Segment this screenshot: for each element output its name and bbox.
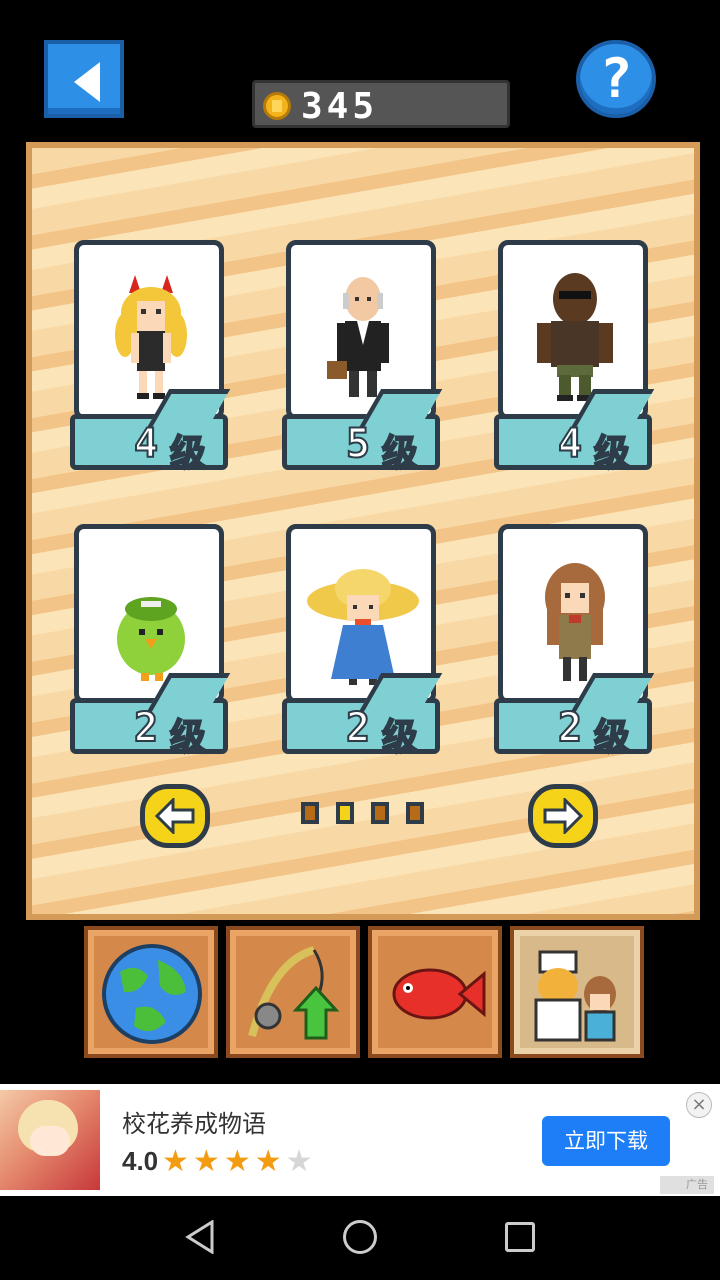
level-unit: 级 [381, 432, 419, 475]
level-unit: 级 [169, 432, 207, 475]
ad-close-button[interactable]: × [686, 1092, 712, 1118]
straw-hat-girl-icon [307, 569, 419, 685]
coin-counter: 345 [252, 80, 510, 128]
level-unit: 级 [593, 716, 631, 759]
tab-globe[interactable] [84, 926, 218, 1058]
character-board: 4 级 5 级 4 级 2 级 2 级 2 级 [26, 142, 700, 920]
level-number: 5 [345, 420, 371, 468]
character-card[interactable]: 2 级 [494, 524, 656, 759]
ad-label: 广告 [660, 1176, 714, 1194]
ad-rating: 4.0 [122, 1146, 159, 1176]
level-number: 2 [133, 704, 159, 752]
fish-icon [392, 968, 486, 1020]
character-card[interactable]: 4 级 [494, 240, 656, 475]
ad-stars: ★★★★★ [162, 1144, 317, 1179]
back-button[interactable] [44, 40, 124, 118]
tab-fishing-rod[interactable] [226, 926, 360, 1058]
star-icon: ★ [254, 1144, 286, 1179]
coin-icon [263, 92, 291, 120]
fishing-rod-upgrade-icon [248, 946, 340, 1040]
level-number: 4 [133, 420, 159, 468]
devil-girl-icon [115, 275, 187, 399]
page-dot[interactable] [406, 802, 424, 824]
bottom-tab-bar [84, 926, 644, 1060]
globe-icon [102, 944, 202, 1044]
brown-hair-girl-icon [545, 563, 605, 681]
prev-page-button[interactable] [140, 784, 210, 848]
star-empty-icon: ★ [285, 1144, 317, 1179]
level-unit: 级 [381, 716, 419, 759]
old-man-icon [327, 277, 389, 397]
page-dot[interactable] [371, 802, 389, 824]
nav-home-icon[interactable] [343, 1220, 377, 1254]
page-dot-active[interactable] [336, 802, 354, 824]
level-number: 4 [557, 420, 583, 468]
ad-title[interactable]: 校花养成物语 [122, 1104, 266, 1139]
right-arrow-icon [543, 798, 583, 834]
nav-back-icon[interactable] [184, 1220, 216, 1254]
staff-icon [534, 950, 616, 1042]
level-number: 2 [345, 704, 371, 752]
tab-staff[interactable] [510, 926, 644, 1058]
bearded-man-icon [537, 273, 613, 401]
help-button[interactable]: ? [576, 40, 656, 118]
ad-download-button[interactable]: 立即下载 [542, 1116, 670, 1166]
level-unit: 级 [593, 432, 631, 475]
character-card[interactable]: 5 级 [282, 240, 444, 475]
back-arrow-icon [74, 62, 100, 102]
nav-recents-icon[interactable] [505, 1222, 535, 1252]
star-icon: ★ [192, 1144, 224, 1179]
star-icon: ★ [162, 1144, 193, 1179]
level-number: 2 [557, 704, 583, 752]
character-card[interactable]: 2 级 [282, 524, 444, 759]
ad-thumbnail[interactable] [0, 1090, 100, 1190]
coin-amount: 345 [301, 86, 379, 127]
green-bird-icon [117, 597, 185, 681]
ad-banner[interactable]: 校花养成物语 4.0 ★★★★★ 立即下载 × 广告 [0, 1084, 720, 1196]
tab-fish[interactable] [368, 926, 502, 1058]
next-page-button[interactable] [528, 784, 598, 848]
left-arrow-icon [155, 798, 195, 834]
system-nav-bar [0, 1196, 720, 1280]
top-bar: 345 ? [0, 0, 720, 140]
level-unit: 级 [169, 716, 207, 759]
page-dot[interactable] [301, 802, 319, 824]
character-card[interactable]: 2 级 [70, 524, 232, 759]
star-icon: ★ [223, 1144, 255, 1179]
character-card[interactable]: 4 级 [70, 240, 232, 475]
